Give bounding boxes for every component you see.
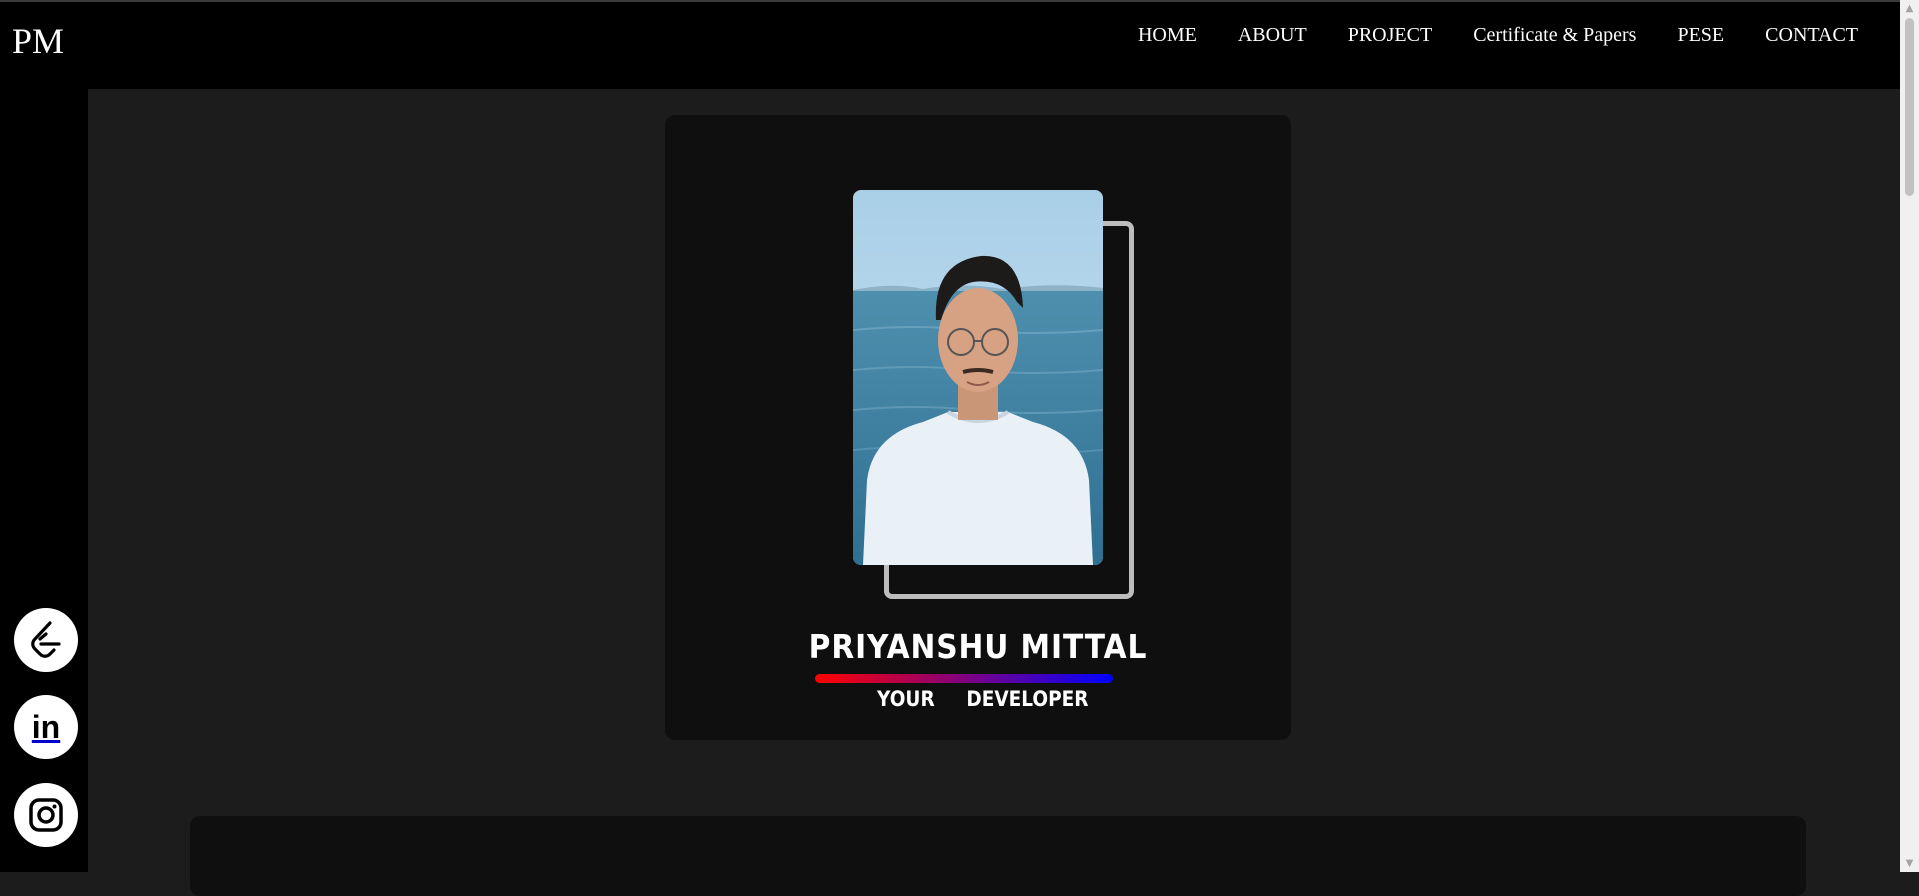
scroll-thumb[interactable]	[1905, 18, 1914, 196]
nav-contact[interactable]: CONTACT	[1765, 24, 1858, 47]
main-nav: HOME ABOUT PROJECT Certificate & Papers …	[1138, 24, 1858, 47]
hero-card: PRIYANSHU MITTAL YOUR DEVELOPER	[665, 115, 1291, 740]
hero-name: PRIYANSHU MITTAL	[808, 627, 1148, 666]
top-navbar: PM HOME ABOUT PROJECT Certificate & Pape…	[0, 0, 1900, 89]
nav-certificates-papers[interactable]: Certificate & Papers	[1473, 24, 1636, 47]
leetcode-icon[interactable]	[14, 608, 78, 672]
nav-project[interactable]: PROJECT	[1348, 24, 1432, 47]
instagram-icon[interactable]	[14, 783, 78, 847]
nav-pese[interactable]: PESE	[1677, 24, 1724, 47]
linkedin-label: in	[31, 709, 61, 745]
hero-subtitle: YOUR DEVELOPER	[877, 687, 1088, 711]
scroll-down-arrow-icon[interactable]: ▼	[1900, 855, 1919, 872]
subtitle-word-developer: DEVELOPER	[966, 687, 1089, 711]
page-scrollbar[interactable]: ▲ ▼	[1900, 0, 1919, 872]
subtitle-word-your: YOUR	[877, 687, 935, 711]
profile-photo	[853, 190, 1103, 565]
next-section-panel	[190, 816, 1806, 896]
nav-home[interactable]: HOME	[1138, 24, 1197, 47]
site-logo[interactable]: PM	[12, 20, 64, 62]
gradient-underline	[815, 674, 1113, 683]
scroll-up-arrow-icon[interactable]: ▲	[1900, 0, 1919, 17]
nav-about[interactable]: ABOUT	[1238, 24, 1307, 47]
linkedin-icon[interactable]: in	[14, 695, 78, 759]
